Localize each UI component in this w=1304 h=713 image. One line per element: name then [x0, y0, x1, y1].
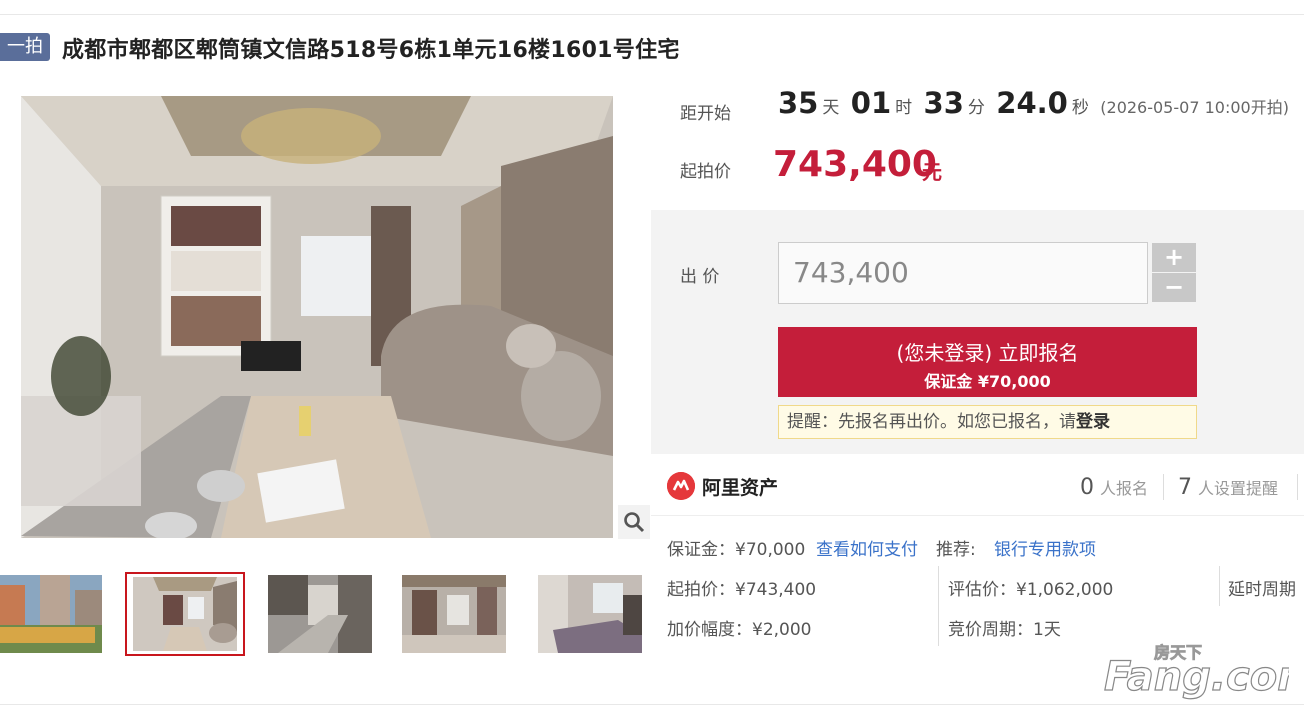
countdown-days: 35 — [778, 86, 819, 120]
how-to-pay-link[interactable]: 查看如何支付 — [816, 535, 918, 560]
minutes-unit: 分 — [967, 98, 985, 118]
signup-number: 0 — [1080, 475, 1094, 500]
reminder-number: 7 — [1178, 475, 1192, 500]
seconds-unit: 秒 — [1071, 98, 1089, 118]
thumbnail-image — [538, 575, 642, 653]
login-reminder: 提醒：先报名再出价。如您已报名，请登录 — [778, 405, 1197, 439]
thumbnail-image — [268, 575, 372, 653]
countdown-seconds: 24.0 — [996, 86, 1068, 120]
start-datetime: (2026-05-07 10:00开拍) — [1100, 98, 1289, 117]
thumbnail-bedroom[interactable] — [538, 575, 642, 653]
bank-account-link[interactable]: 银行专用款项 — [994, 535, 1096, 560]
signup-label: 人报名 — [1100, 479, 1149, 498]
ali-logo-mark — [667, 472, 695, 500]
decrease-bid-button[interactable]: − — [1152, 273, 1196, 302]
thumbnail-exterior[interactable] — [0, 575, 102, 653]
increase-bid-button[interactable]: + — [1152, 243, 1196, 272]
count-divider-right — [1297, 474, 1298, 500]
increment-info: 加价幅度：¥2,000 — [667, 620, 812, 640]
thumbnail-image — [133, 577, 237, 651]
living-room-image — [21, 96, 613, 538]
reminder-count: 7 人设置提醒 — [1178, 475, 1278, 500]
thumbnail-kitchen[interactable] — [268, 575, 372, 653]
register-deposit-label: 保证金 ¥70,000 — [924, 372, 1051, 391]
start-price-unit: 元 — [922, 160, 942, 184]
bottom-divider — [0, 704, 1304, 705]
countdown-label: 距开始 — [680, 104, 731, 124]
bid-label: 出 价 — [680, 267, 720, 287]
days-unit: 天 — [822, 98, 840, 118]
info-divider-1 — [938, 566, 939, 646]
fang-watermark: 房天下 Fang.com — [1103, 640, 1304, 702]
delay-period-info: 延时周期 — [1228, 580, 1296, 600]
ali-asset-logo-icon — [667, 472, 695, 500]
register-button-label: (您未登录) 立即报名 — [896, 341, 1079, 365]
bid-period-info: 竞价周期：1天 — [948, 620, 1061, 640]
bid-amount-input[interactable]: 743,400 — [778, 242, 1148, 304]
thumbnail-dining[interactable] — [402, 575, 506, 653]
thumbnail-image — [0, 575, 102, 653]
start-price-value: 743,400 — [773, 144, 937, 185]
start-price-label: 起拍价 — [680, 162, 731, 182]
register-now-button[interactable]: (您未登录) 立即报名 保证金 ¥70,000 — [778, 327, 1197, 397]
magnifier-icon — [624, 512, 645, 533]
auction-round-badge: 一拍 — [0, 33, 50, 61]
signup-count: 0 人报名 — [1080, 475, 1148, 500]
start-price-info: 起拍价：¥743,400 — [667, 580, 817, 600]
fang-logo-image: 房天下 Fang.com — [1103, 643, 1304, 701]
top-divider — [0, 14, 1304, 15]
login-link[interactable]: 登录 — [1076, 412, 1110, 432]
countdown-minutes: 33 — [923, 86, 964, 120]
countdown-hours: 01 — [850, 86, 892, 120]
hours-unit: 时 — [895, 98, 913, 118]
zoom-button[interactable] — [618, 505, 650, 539]
appraisal-info: 评估价：¥1,062,000 — [948, 580, 1114, 600]
deposit-info: 保证金：¥70,000 — [667, 540, 806, 560]
seller-name[interactable]: 阿里资产 — [702, 473, 778, 500]
property-title: 成都市郫都区郫筒镇文信路518号6栋1单元16楼1601号住宅 — [62, 38, 680, 63]
count-divider — [1163, 474, 1164, 500]
reminder-text: 提醒：先报名再出价。如您已报名，请 — [787, 412, 1076, 432]
main-property-photo[interactable] — [21, 96, 613, 538]
thumbnail-image — [402, 575, 506, 653]
watermark-brand-text: Fang.com — [1104, 654, 1289, 700]
reminder-label: 人设置提醒 — [1198, 479, 1279, 498]
thumbnail-living-room-selected[interactable] — [125, 572, 245, 656]
recommend-label: 推荐: — [936, 540, 976, 560]
countdown-timer: 35 天 01 时 33 分 24.0 秒 (2026-05-07 10:00开拍) — [778, 86, 1289, 120]
info-divider-2 — [1219, 566, 1220, 606]
